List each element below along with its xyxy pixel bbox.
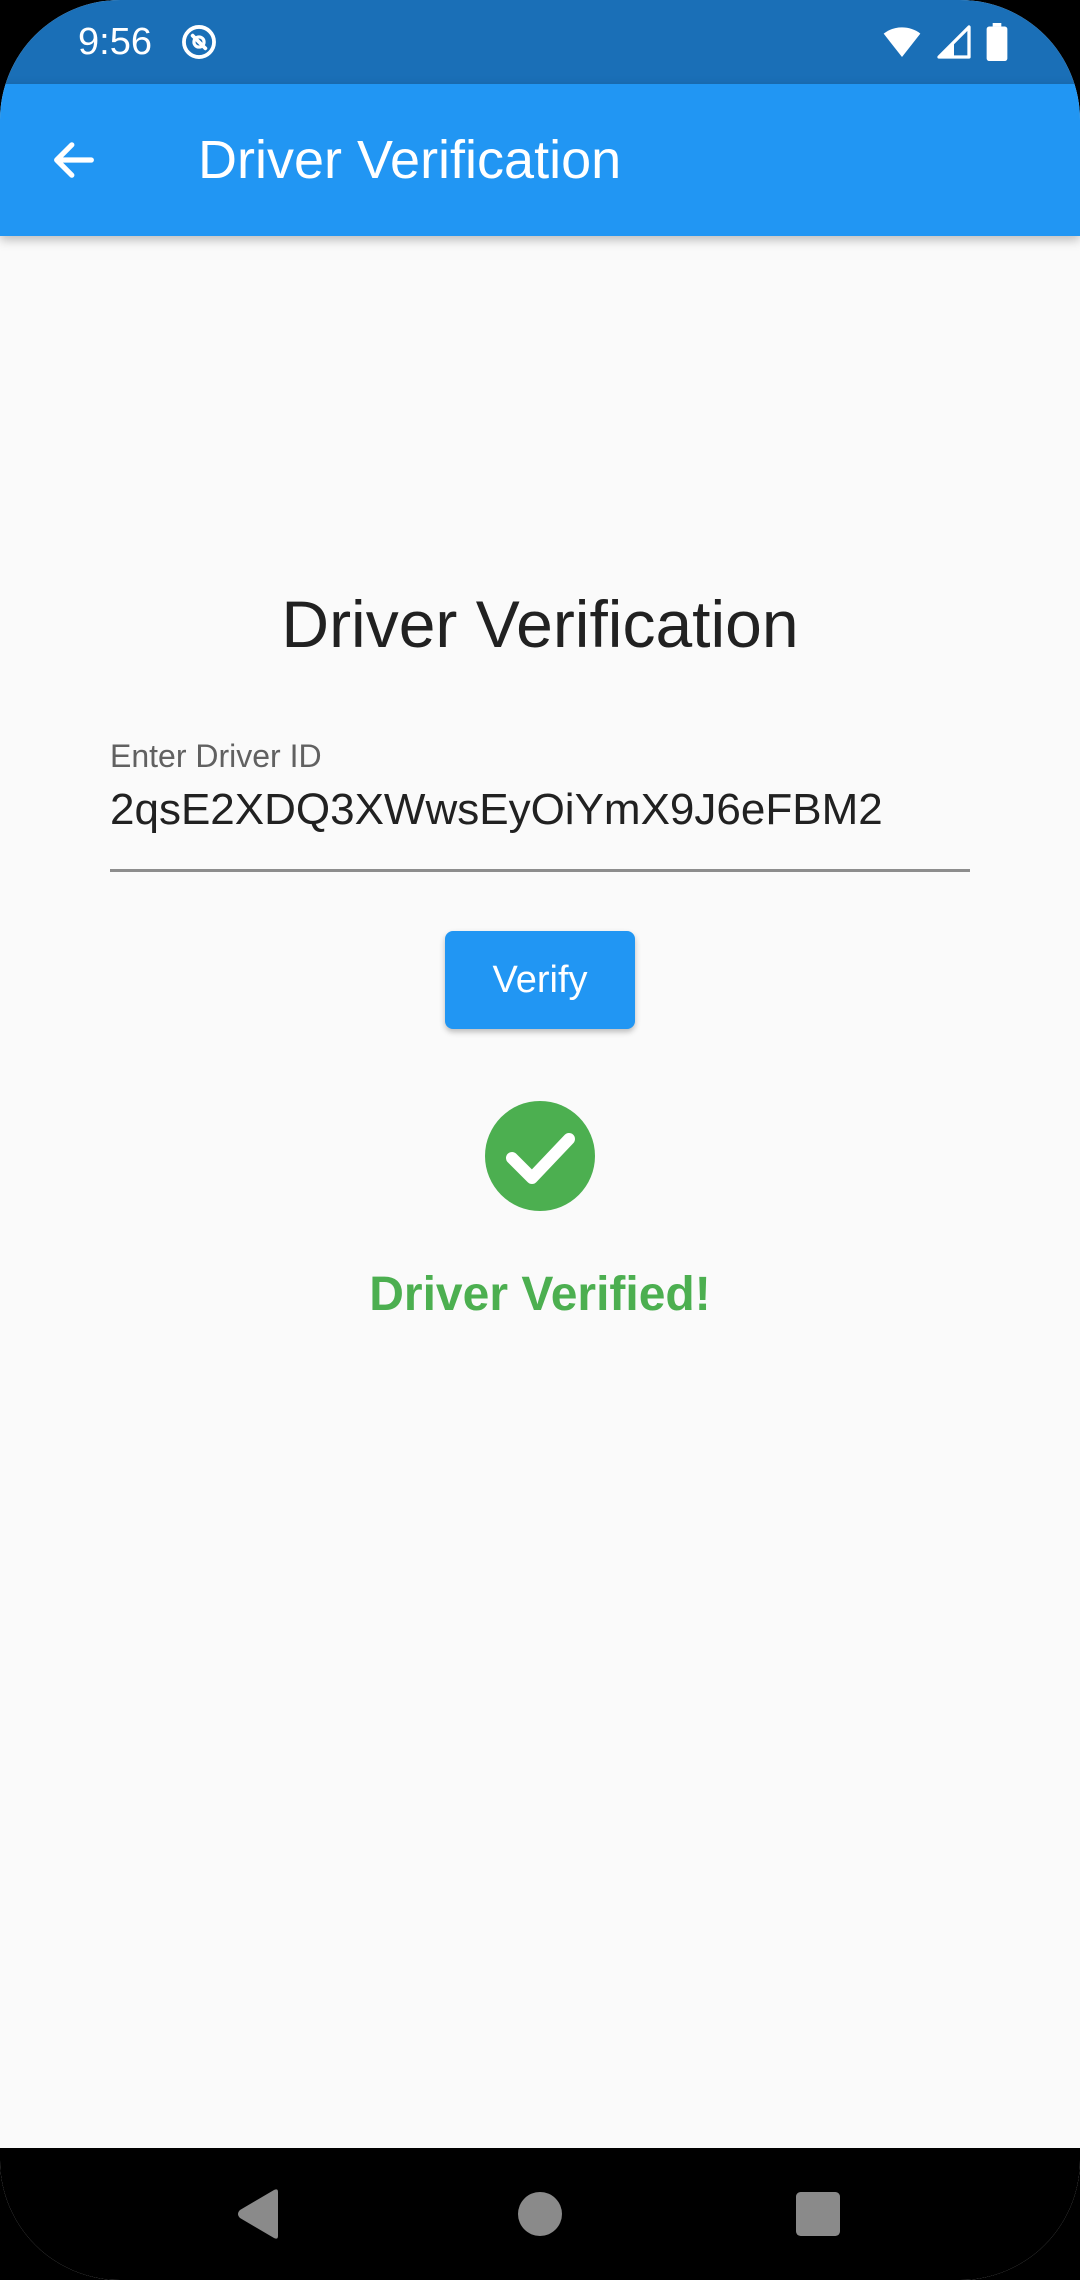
verification-result-message: Driver Verified! bbox=[369, 1268, 711, 1321]
driver-id-underline bbox=[110, 869, 970, 872]
sync-icon bbox=[182, 25, 216, 59]
app-bar-title: Driver Verification bbox=[198, 130, 622, 190]
signal-icon bbox=[937, 25, 971, 59]
back-button[interactable] bbox=[34, 120, 114, 200]
nav-recents-button[interactable] bbox=[782, 2178, 854, 2250]
nav-home-button[interactable] bbox=[504, 2178, 576, 2250]
phone-screen: 9:56 Driver Verification Driver Verifica… bbox=[0, 0, 1080, 2280]
driver-id-label: Enter Driver ID bbox=[110, 738, 322, 774]
recents-square-icon bbox=[796, 2192, 840, 2236]
app-bar: Driver Verification bbox=[0, 84, 1080, 236]
battery-icon bbox=[986, 23, 1008, 61]
back-triangle-icon bbox=[238, 2189, 278, 2239]
arrow-back-icon bbox=[54, 142, 94, 178]
status-icons bbox=[882, 22, 1008, 62]
wifi-icon bbox=[883, 27, 921, 57]
page-heading: Driver Verification bbox=[281, 587, 799, 661]
status-time: 9:56 bbox=[78, 21, 152, 63]
verify-button[interactable]: Verify bbox=[445, 931, 635, 1029]
nav-back-button[interactable] bbox=[222, 2178, 294, 2250]
check-circle-icon bbox=[485, 1101, 595, 1211]
driver-id-field[interactable]: Enter Driver ID bbox=[110, 736, 970, 870]
driver-id-input[interactable] bbox=[110, 778, 970, 842]
system-nav-bar bbox=[0, 2148, 1080, 2280]
home-circle-icon bbox=[518, 2192, 562, 2236]
status-bar: 9:56 bbox=[0, 0, 1080, 84]
